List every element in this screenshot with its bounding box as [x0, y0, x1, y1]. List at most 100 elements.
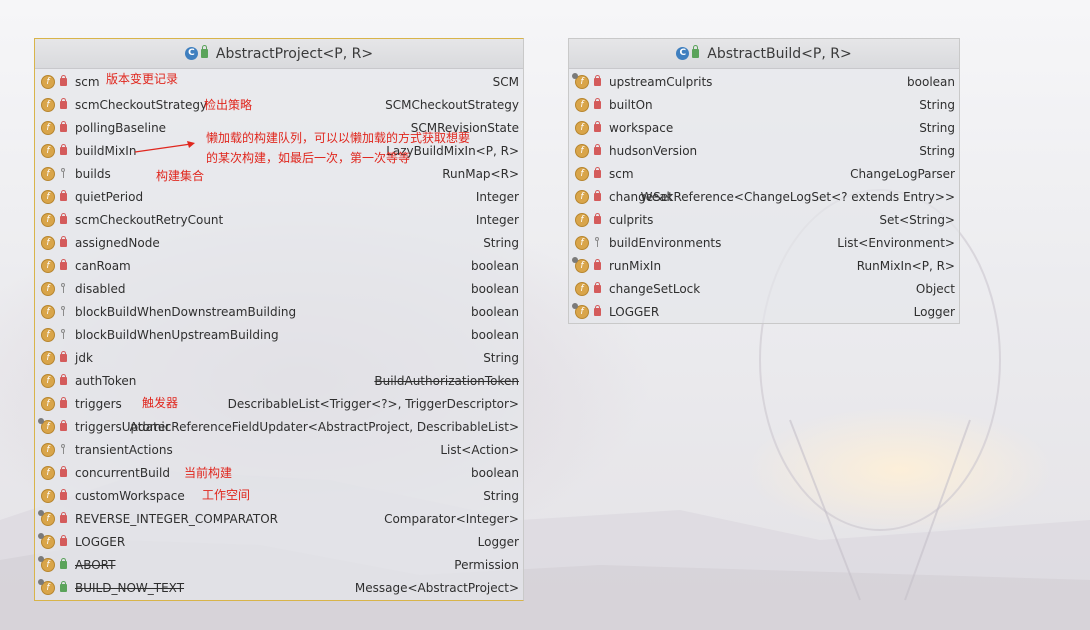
annotation-arrow	[134, 141, 195, 153]
field-name: scm	[75, 75, 100, 89]
field-icon: f	[41, 121, 55, 135]
class-icon: C	[184, 47, 198, 60]
field-row[interactable]: f disabled boolean	[35, 278, 523, 301]
static-field-icon: f	[572, 303, 589, 319]
field-name: jdk	[75, 351, 93, 365]
field-row[interactable]: f blockBuildWhenUpstreamBuilding boolean	[35, 324, 523, 347]
field-row[interactable]: f scm ChangeLogParser	[569, 163, 959, 186]
field-row[interactable]: f customWorkspace String	[35, 485, 523, 508]
field-name: ABORT	[75, 558, 116, 572]
field-type: Message<AbstractProject>	[354, 581, 519, 595]
field-type: AtomicReferenceFieldUpdater<AbstractProj…	[129, 420, 519, 434]
field-row[interactable]: f assignedNode String	[35, 232, 523, 255]
annotation-build-mixin-line2: 的某次构建，如最后一次，第一次等等	[206, 151, 411, 165]
field-name: buildEnvironments	[609, 236, 722, 250]
field-row[interactable]: f scmCheckoutRetryCount Integer	[35, 209, 523, 232]
field-type: DescribableList<Trigger<?>, TriggerDescr…	[227, 397, 519, 411]
field-type: List<Action>	[440, 443, 519, 457]
private-visibility-icon	[594, 213, 601, 224]
field-row[interactable]: f jdk String	[35, 347, 523, 370]
field-row[interactable]: f builtOn String	[569, 94, 959, 117]
package-visibility-icon	[60, 329, 66, 339]
field-row[interactable]: f culprits Set<String>	[569, 209, 959, 232]
field-type: String	[919, 98, 955, 112]
field-icon: f	[41, 443, 55, 457]
static-field-icon: f	[572, 73, 589, 89]
field-row[interactable]: f authToken BuildAuthorizationToken	[35, 370, 523, 393]
class-header: C AbstractProject<P, R>	[35, 39, 523, 69]
field-row[interactable]: f canRoam boolean	[35, 255, 523, 278]
field-type: Set<String>	[879, 213, 955, 227]
field-icon: f	[41, 190, 55, 204]
field-row[interactable]: f scmCheckoutStrategy SCMCheckoutStrategy	[35, 94, 523, 117]
field-row[interactable]: f hudsonVersion String	[569, 140, 959, 163]
field-name: runMixIn	[609, 259, 662, 273]
field-row[interactable]: f BUILD_NOW_TEXT Message<AbstractProject>	[35, 577, 523, 600]
field-row[interactable]: f concurrentBuild boolean	[35, 462, 523, 485]
field-row[interactable]: f REVERSE_INTEGER_COMPARATOR Comparator<In…	[35, 508, 523, 531]
private-visibility-icon	[60, 512, 67, 523]
field-name: buildMixIn	[75, 144, 137, 158]
field-name: REVERSE_INTEGER_COMPARATOR	[75, 512, 278, 526]
private-visibility-icon	[60, 351, 67, 362]
field-type: Comparator<Integer>	[384, 512, 519, 526]
field-type: boolean	[471, 282, 519, 296]
private-visibility-icon	[594, 144, 601, 155]
field-type: SCMCheckoutStrategy	[385, 98, 519, 112]
field-row[interactable]: f changeSet WeakReference<ChangeLogSet<? e…	[569, 186, 959, 209]
private-visibility-icon	[60, 489, 67, 500]
field-name: canRoam	[75, 259, 131, 273]
private-visibility-icon	[594, 305, 601, 316]
private-visibility-icon	[60, 75, 67, 86]
private-visibility-icon	[60, 213, 67, 224]
private-visibility-icon	[60, 121, 67, 132]
field-row[interactable]: f quietPeriod Integer	[35, 186, 523, 209]
static-field-icon: f	[38, 510, 55, 526]
field-type: String	[483, 489, 519, 503]
package-visibility-icon	[60, 283, 66, 293]
public-lock-icon	[200, 45, 208, 58]
field-row[interactable]: f builds RunMap<R>	[35, 163, 523, 186]
static-field-icon: f	[38, 533, 55, 549]
field-icon: f	[575, 213, 589, 227]
field-row[interactable]: f workspace String	[569, 117, 959, 140]
field-row[interactable]: f upstreamCulprits boolean	[569, 71, 959, 94]
package-visibility-icon	[594, 237, 600, 247]
private-visibility-icon	[60, 397, 67, 408]
field-name: blockBuildWhenUpstreamBuilding	[75, 328, 279, 342]
field-row[interactable]: f buildEnvironments List<Environment>	[569, 232, 959, 255]
field-icon: f	[575, 98, 589, 112]
private-visibility-icon	[60, 144, 67, 155]
field-type: String	[483, 351, 519, 365]
class-box-abstract-build[interactable]: C AbstractBuild<P, R> f upstreamCulprits b…	[568, 38, 960, 324]
field-row[interactable]: f ABORT Permission	[35, 554, 523, 577]
private-visibility-icon	[594, 282, 601, 293]
field-row[interactable]: f transientActions List<Action>	[35, 439, 523, 462]
field-name: LOGGER	[609, 305, 660, 319]
private-visibility-icon	[594, 167, 601, 178]
field-row[interactable]: f triggersUpdater AtomicReferenceFieldUpda…	[35, 416, 523, 439]
field-name: scmCheckoutRetryCount	[75, 213, 224, 227]
field-row[interactable]: f changeSetLock Object	[569, 278, 959, 301]
field-name: BUILD_NOW_TEXT	[75, 581, 185, 595]
field-row[interactable]: f LOGGER Logger	[35, 531, 523, 554]
field-icon: f	[41, 466, 55, 480]
field-name: triggers	[75, 397, 122, 411]
static-field-icon: f	[572, 257, 589, 273]
field-row[interactable]: f blockBuildWhenDownstreamBuilding boolean	[35, 301, 523, 324]
field-list: f upstreamCulprits boolean f builtOn String f w…	[569, 69, 959, 324]
field-type: String	[919, 144, 955, 158]
field-type: ChangeLogParser	[850, 167, 955, 181]
private-visibility-icon	[594, 121, 601, 132]
private-visibility-icon	[60, 420, 67, 431]
class-box-abstract-project[interactable]: C AbstractProject<P, R> f scm SCM f scmCheck…	[34, 38, 524, 601]
package-visibility-icon	[60, 444, 66, 454]
field-row[interactable]: f LOGGER Logger	[569, 301, 959, 324]
field-name: concurrentBuild	[75, 466, 170, 480]
field-name: upstreamCulprits	[609, 75, 713, 89]
field-type: WeakReference<ChangeLogSet<? extends Ent…	[640, 190, 955, 204]
field-type: List<Environment>	[837, 236, 955, 250]
field-row[interactable]: f runMixIn RunMixIn<P, R>	[569, 255, 959, 278]
field-row[interactable]: f triggers DescribableList<Trigger<?>, Tri…	[35, 393, 523, 416]
field-name: changeSetLock	[609, 282, 701, 296]
